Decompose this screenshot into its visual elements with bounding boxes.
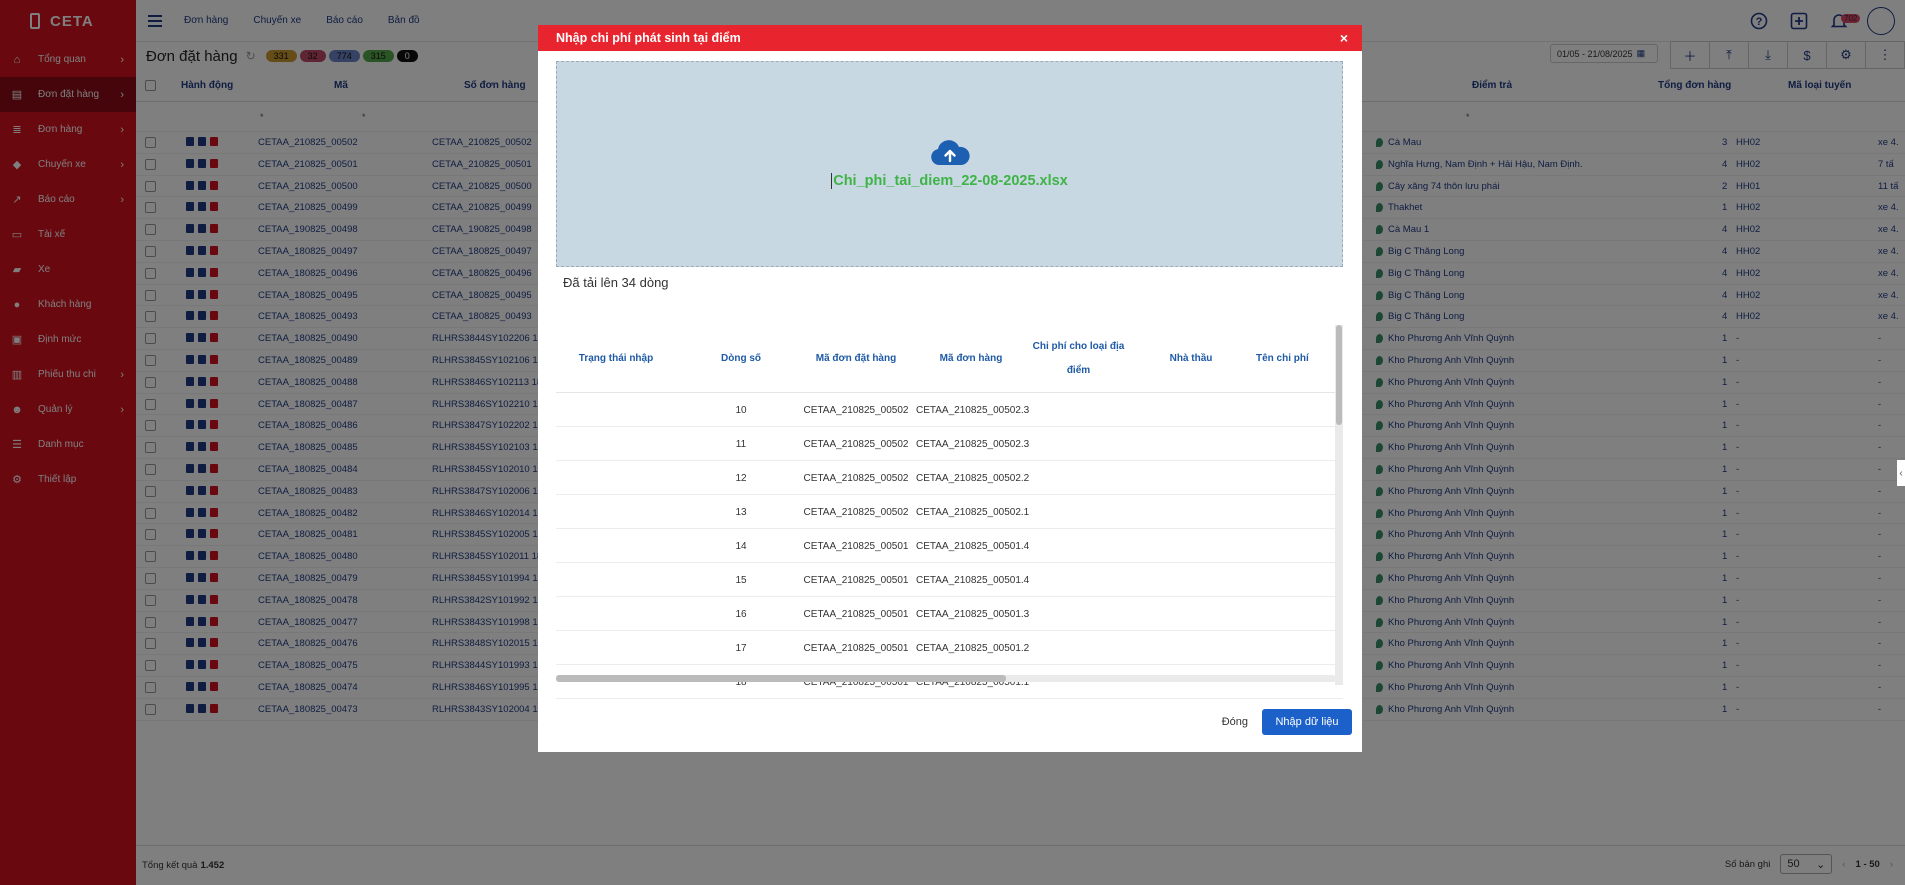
col-dong-so: Dòng số xyxy=(721,353,761,364)
preview-row: 16 CETAA_210825_00501 CETAA_210825_00501.3 xyxy=(556,597,1343,631)
modal-header: Nhập chi phí phát sinh tại điểm × xyxy=(538,25,1362,51)
preview-ma-don-hang: CETAA_210825_00501.2 xyxy=(916,643,1030,654)
col-chi-phi-loai: Chi phí cho loại địa điểm xyxy=(1032,341,1125,376)
col-ten-chi-phi: Tên chi phí xyxy=(1256,353,1309,364)
import-cost-modal: Nhập chi phí phát sinh tại điểm × Chi_ph… xyxy=(538,25,1362,752)
vertical-scrollbar[interactable] xyxy=(1335,325,1343,685)
preview-ma-don-hang: CETAA_210825_00501.3 xyxy=(916,609,1030,620)
preview-ma-don-dat: CETAA_210825_00502 xyxy=(803,405,909,416)
horizontal-scrollbar[interactable] xyxy=(556,675,1336,682)
preview-dong-so: 11 xyxy=(735,439,747,450)
cloud-upload-icon xyxy=(930,139,970,167)
preview-row: 14 CETAA_210825_00501 CETAA_210825_00501.4 xyxy=(556,529,1343,563)
col-ma-don-dat: Mã đơn đặt hàng xyxy=(815,353,897,364)
preview-ma-don-dat: CETAA_210825_00501 xyxy=(803,643,909,654)
preview-ma-don-hang: CETAA_210825_00502.1 xyxy=(916,507,1030,518)
preview-row: 13 CETAA_210825_00502 CETAA_210825_00502.1 xyxy=(556,495,1343,529)
preview-table-body: 10 CETAA_210825_00502 CETAA_210825_00502.3… xyxy=(556,393,1343,699)
preview-dong-so: 15 xyxy=(735,575,747,586)
preview-ma-don-dat: CETAA_210825_00502 xyxy=(803,473,909,484)
side-handle-icon[interactable]: ‹ xyxy=(1897,460,1905,486)
preview-row: 15 CETAA_210825_00501 CETAA_210825_00501.4 xyxy=(556,563,1343,597)
preview-dong-so: 10 xyxy=(735,405,747,416)
preview-dong-so: 16 xyxy=(735,609,747,620)
preview-dong-so: 13 xyxy=(735,507,747,518)
modal-backdrop[interactable]: ‹ Nhập chi phí phát sinh tại điểm × Chi_… xyxy=(0,0,1905,885)
col-nha-thau: Nhà thầu xyxy=(1169,353,1213,364)
preview-dong-so: 14 xyxy=(735,541,747,552)
preview-ma-don-dat: CETAA_210825_00501 xyxy=(803,609,909,620)
close-icon[interactable]: × xyxy=(1340,30,1348,46)
preview-dong-so: 17 xyxy=(735,643,747,654)
preview-ma-don-hang: CETAA_210825_00501.4 xyxy=(916,541,1030,552)
preview-table-header: Trạng thái nhập Dòng số Mã đơn đặt hàng … xyxy=(556,325,1343,393)
preview-row: 18 CETAA_210825_00501 CETAA_210825_00501.1 xyxy=(556,665,1343,699)
preview-row: 12 CETAA_210825_00502 CETAA_210825_00502.2 xyxy=(556,461,1343,495)
uploaded-file-name: Chi_phi_tai_diem_22-08-2025.xlsx xyxy=(831,173,1068,189)
col-ma-don-hang: Mã đơn hàng xyxy=(939,353,1003,364)
preview-ma-don-dat: CETAA_210825_00502 xyxy=(803,439,909,450)
import-data-button[interactable]: Nhập dữ liệu xyxy=(1262,709,1352,735)
preview-ma-don-hang: CETAA_210825_00502.3 xyxy=(916,439,1030,450)
preview-row: 11 CETAA_210825_00502 CETAA_210825_00502.3 xyxy=(556,427,1343,461)
preview-ma-don-dat: CETAA_210825_00501 xyxy=(803,575,909,586)
modal-title: Nhập chi phí phát sinh tại điểm xyxy=(556,31,741,45)
preview-row: 10 CETAA_210825_00502 CETAA_210825_00502.3 xyxy=(556,393,1343,427)
preview-ma-don-hang: CETAA_210825_00502.2 xyxy=(916,473,1030,484)
file-dropzone[interactable]: Chi_phi_tai_diem_22-08-2025.xlsx xyxy=(556,61,1343,267)
preview-dong-so: 12 xyxy=(735,473,747,484)
preview-table: Trạng thái nhập Dòng số Mã đơn đặt hàng … xyxy=(556,325,1343,700)
uploaded-rows-text: Đã tải lên 34 dòng xyxy=(563,275,669,290)
preview-ma-don-dat: CETAA_210825_00502 xyxy=(803,507,909,518)
close-button[interactable]: Đóng xyxy=(1222,716,1248,728)
preview-row: 17 CETAA_210825_00501 CETAA_210825_00501.2 xyxy=(556,631,1343,665)
preview-ma-don-hang: CETAA_210825_00501.4 xyxy=(916,575,1030,586)
col-trang-thai: Trạng thái nhập xyxy=(578,353,654,364)
preview-ma-don-hang: CETAA_210825_00502.3 xyxy=(916,405,1030,416)
preview-ma-don-dat: CETAA_210825_00501 xyxy=(803,541,909,552)
modal-footer: Đóng Nhập dữ liệu xyxy=(1222,709,1352,735)
